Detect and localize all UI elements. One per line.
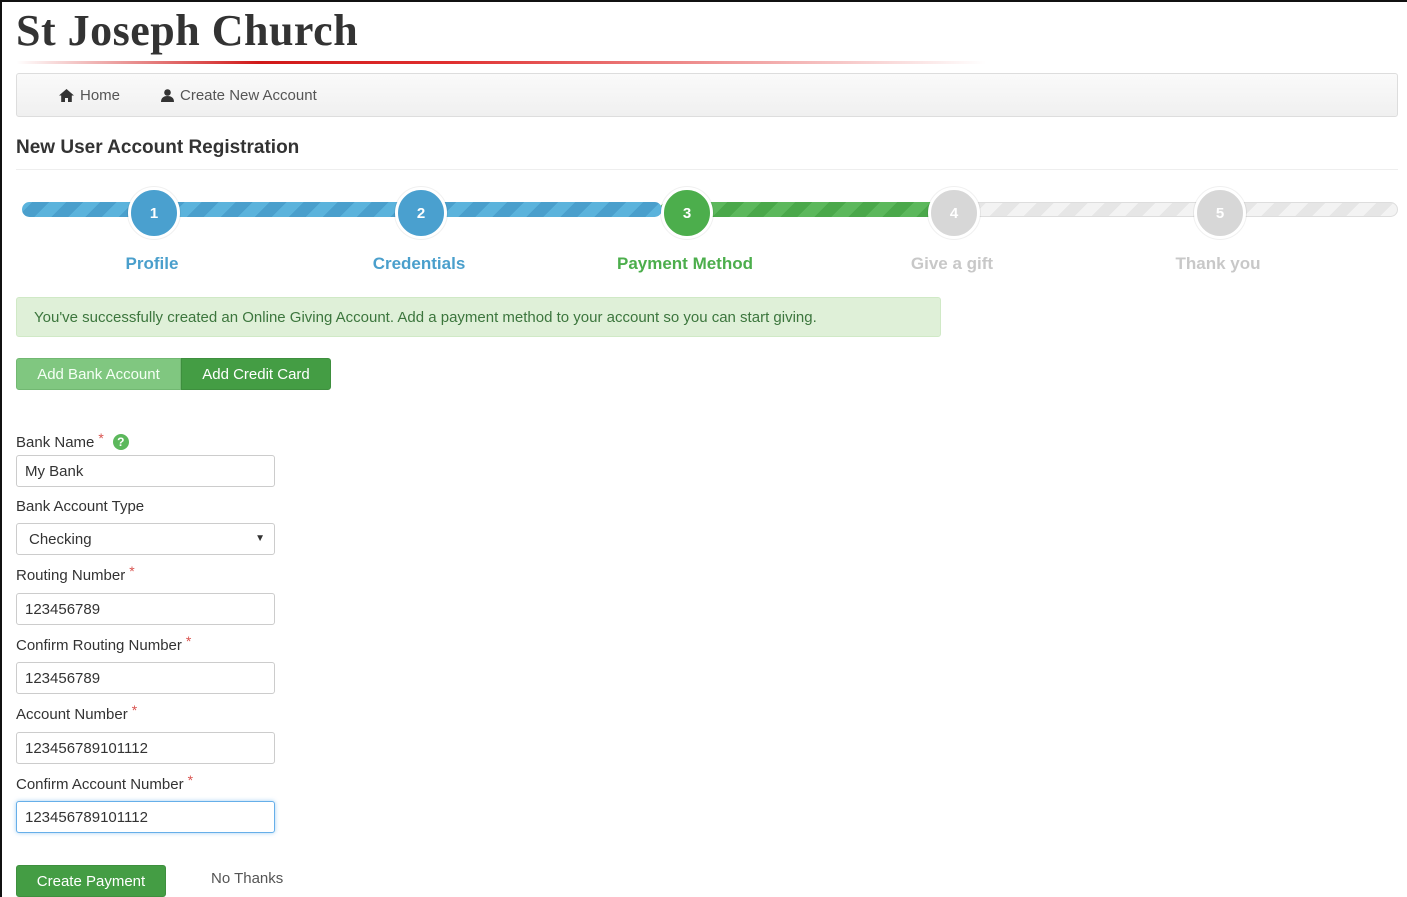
payment-type-toggle: Add Bank Account Add Credit Card [16, 358, 331, 390]
success-alert: You've successfully created an Online Gi… [16, 297, 941, 337]
heading-divider [16, 169, 1398, 170]
confirm-account-number-label: Confirm Account Number * [16, 772, 193, 793]
title-underline [16, 61, 986, 64]
account-number-input[interactable] [16, 732, 275, 764]
no-thanks-link[interactable]: No Thanks [211, 870, 283, 887]
nav-create-account-label: Create New Account [180, 86, 317, 104]
page-title: New User Account Registration [16, 137, 300, 158]
account-type-select[interactable]: Checking ▼ [16, 523, 275, 555]
routing-number-input[interactable] [16, 593, 275, 625]
confirm-routing-number-label-text: Confirm Routing Number [16, 637, 182, 654]
required-marker: * [98, 430, 104, 446]
required-marker: * [185, 633, 192, 649]
bank-name-label: Bank Name *? [16, 430, 129, 451]
step-5-label: Thank you [1175, 254, 1261, 273]
step-1-marker: 1 [128, 187, 180, 239]
bank-name-input[interactable] [16, 455, 275, 487]
help-icon[interactable]: ? [112, 434, 129, 450]
bank-name-label-text: Bank Name [16, 434, 95, 451]
account-type-value: Checking [29, 530, 92, 548]
account-type-label: Bank Account Type [16, 498, 145, 515]
confirm-routing-number-label: Confirm Routing Number * [16, 633, 191, 654]
step-2-marker: 2 [395, 187, 447, 239]
confirm-routing-number-input[interactable] [16, 662, 275, 694]
required-marker: * [129, 563, 135, 579]
required-marker: * [187, 772, 194, 788]
site-title: St Joseph Church [16, 6, 359, 55]
progress-track-complete [22, 202, 662, 217]
routing-number-label-text: Routing Number [16, 567, 126, 584]
add-bank-account-button[interactable]: Add Bank Account [16, 358, 181, 390]
step-2-label: Credentials [372, 254, 466, 273]
nav-home-link[interactable]: Home [59, 74, 120, 116]
nav-home-label: Home [80, 86, 121, 104]
navbar: Home Create New Account [16, 73, 1398, 117]
progress-track-pending [940, 202, 1398, 217]
step-4-label: Give a gift [910, 254, 994, 273]
step-3-marker: 3 [661, 187, 713, 239]
step-5-marker: 5 [1194, 187, 1246, 239]
step-3-label: Payment Method [616, 254, 754, 273]
add-credit-card-button[interactable]: Add Credit Card [181, 358, 331, 390]
confirm-account-number-label-text: Confirm Account Number [16, 776, 184, 793]
step-4-marker: 4 [928, 187, 980, 239]
step-1-label: Profile [125, 254, 179, 273]
required-marker: * [131, 702, 138, 718]
create-payment-button[interactable]: Create Payment [16, 865, 166, 897]
routing-number-label: Routing Number * [16, 563, 135, 584]
user-icon [161, 88, 174, 102]
success-alert-message: You've successfully created an Online Gi… [34, 308, 817, 326]
account-number-label-text: Account Number [16, 706, 128, 723]
chevron-down-icon: ▼ [255, 533, 265, 544]
home-icon [59, 88, 74, 102]
nav-create-account-link[interactable]: Create New Account [161, 74, 317, 116]
confirm-account-number-input[interactable] [16, 801, 275, 833]
account-number-label: Account Number * [16, 702, 137, 723]
